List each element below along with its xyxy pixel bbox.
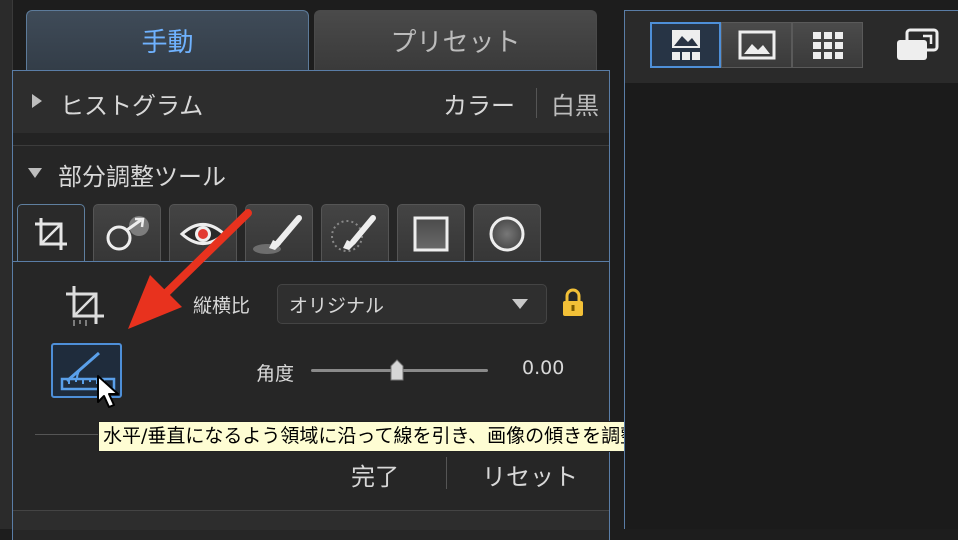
local-adjust-title: 部分調整ツール [58, 163, 226, 191]
chevron-down-icon [512, 299, 528, 309]
done-button[interactable]: 完了 [351, 457, 399, 492]
view-single-button[interactable] [650, 22, 721, 68]
tab-divider [13, 261, 609, 262]
tab-preset-label: プリセット [390, 28, 521, 58]
crop-tool-tab[interactable] [17, 204, 85, 262]
tab-preset[interactable]: プリセット [314, 10, 597, 70]
view-grid-button[interactable] [792, 22, 863, 68]
image-preview-icon [738, 30, 775, 60]
mouse-cursor-icon [97, 375, 119, 408]
circle-icon [489, 216, 525, 251]
next-section-header [13, 510, 609, 530]
tab-manual-label: 手動 [141, 28, 194, 58]
lock-icon[interactable] [561, 288, 585, 318]
fullscreen-icon [897, 28, 939, 60]
expand-triangle-icon[interactable] [32, 94, 42, 108]
reset-button[interactable]: リセット [482, 457, 578, 492]
angle-slider-thumb[interactable] [389, 358, 405, 382]
mode-divider [536, 88, 537, 118]
aspect-ratio-value: オリジナル [289, 295, 385, 317]
crop-tool-icon [35, 217, 67, 250]
fullscreen-toggle-button[interactable] [893, 26, 943, 66]
histogram-mode-mono[interactable]: 白黒 [551, 86, 599, 121]
selection-brush-icon [331, 214, 376, 252]
angle-label: 角度 [256, 363, 295, 385]
collapse-triangle-icon[interactable] [28, 168, 42, 178]
rectangle-tab[interactable] [397, 204, 465, 262]
selection-brush-tab[interactable] [321, 204, 389, 262]
rectangle-icon [413, 216, 449, 251]
angle-value: 0.00 [522, 357, 565, 379]
aspect-ratio-select[interactable]: オリジナル [277, 284, 547, 324]
histogram-title: ヒストグラム [60, 92, 204, 120]
circle-tab[interactable] [473, 204, 541, 262]
viewer-area [625, 83, 958, 529]
view-preview-button[interactable] [721, 22, 792, 68]
tab-manual[interactable]: 手動 [26, 10, 309, 70]
crop-icon[interactable] [62, 282, 108, 328]
grid-view-icon [812, 32, 843, 59]
single-view-icon [671, 30, 700, 60]
button-divider [446, 457, 447, 489]
histogram-mode-color[interactable]: カラー [443, 86, 515, 121]
annotation-arrow-icon [128, 209, 252, 329]
section-separator [13, 133, 609, 146]
